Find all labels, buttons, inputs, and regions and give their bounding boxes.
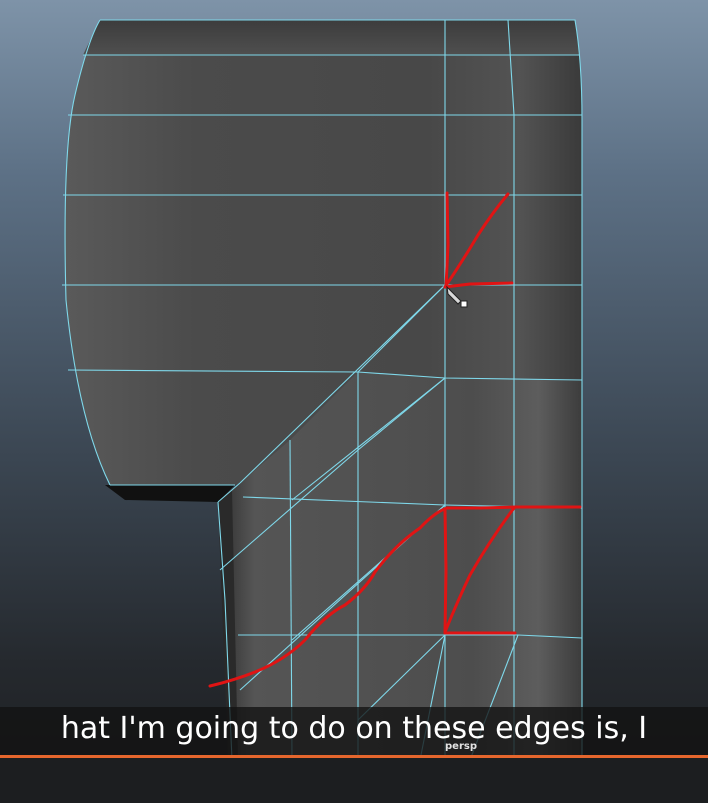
bottom-panel [0,758,708,803]
camera-label: persp [445,741,477,752]
subtitle-caption-bar: hat I'm going to do on these edges is, I [0,707,708,755]
notch-shadow [105,485,235,502]
mesh-scene[interactable] [0,0,708,780]
polygon-mesh[interactable] [65,20,582,760]
top-cap-face [83,20,580,55]
maya-viewport[interactable]: hat I'm going to do on these edges is, I… [0,0,708,780]
subtitle-text: hat I'm going to do on these edges is, I [60,711,648,746]
